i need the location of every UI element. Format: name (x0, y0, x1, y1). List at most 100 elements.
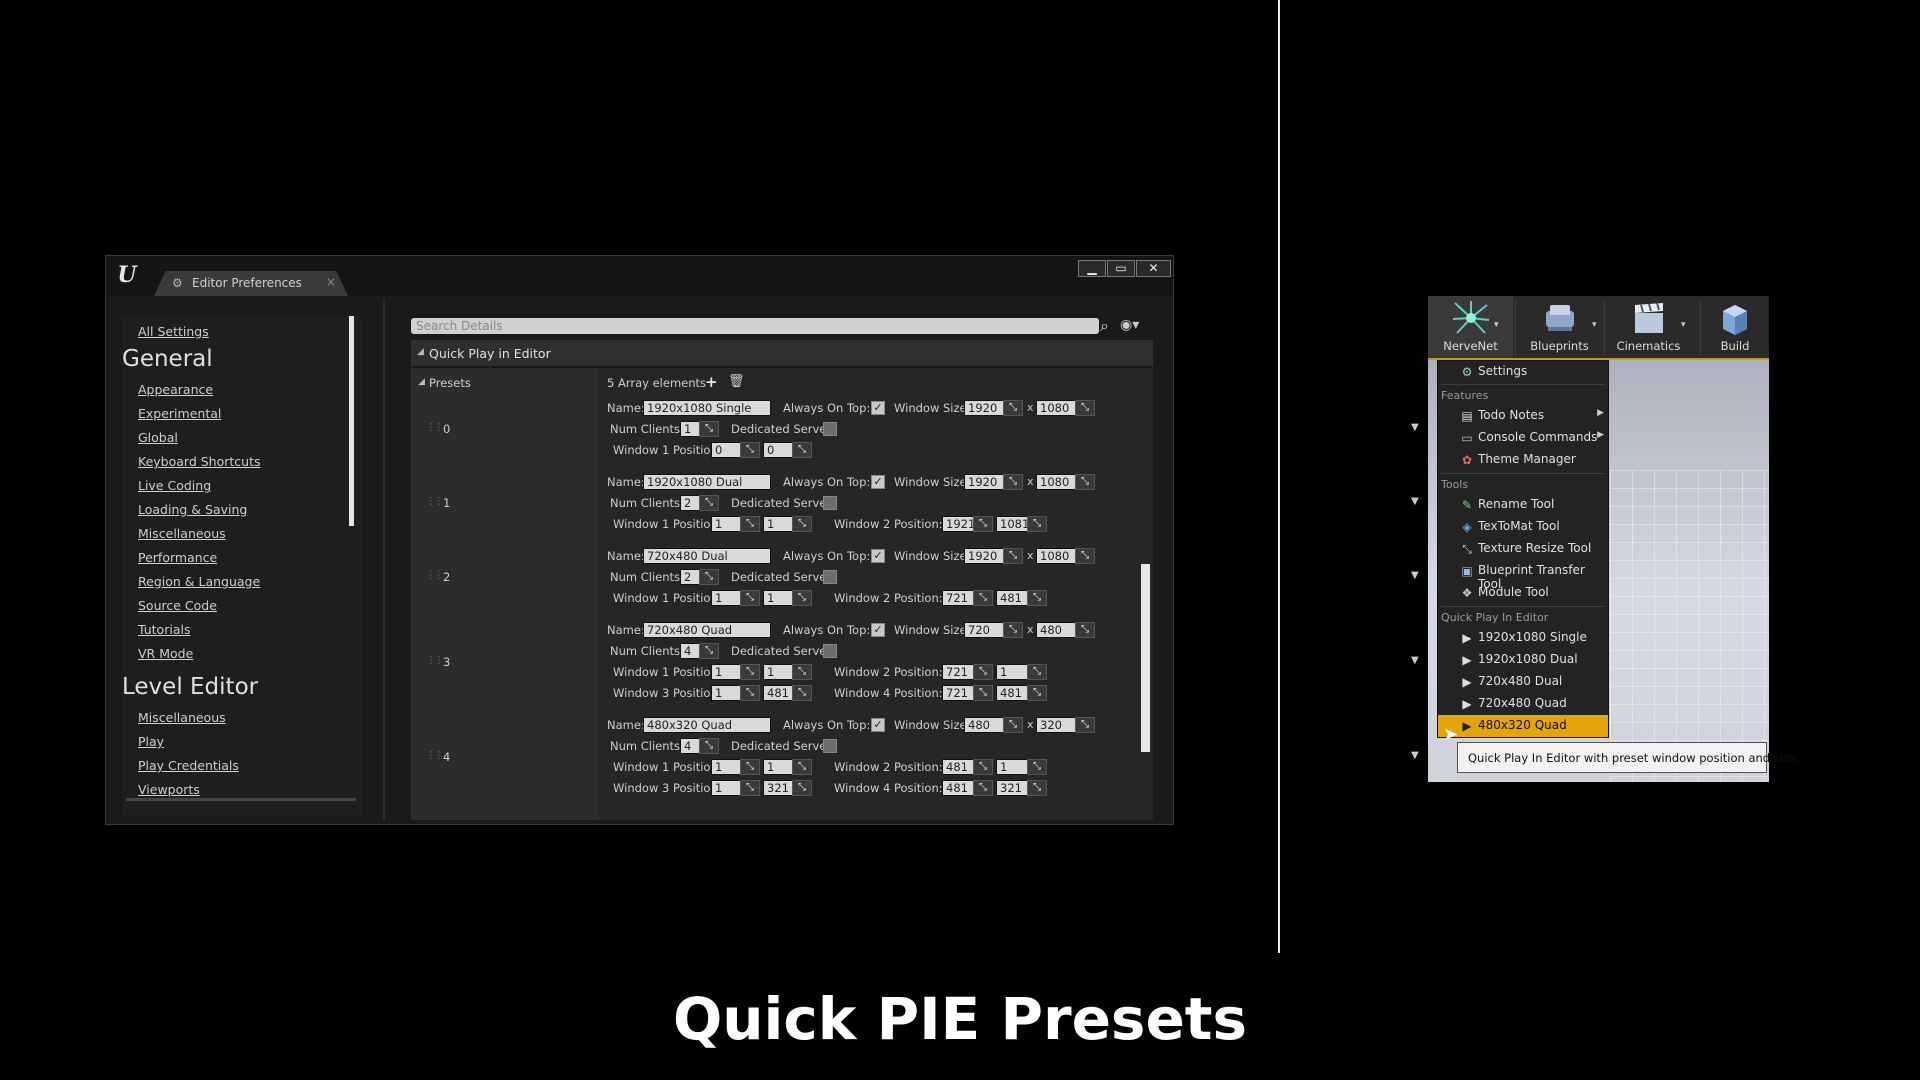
spin-icon[interactable]: ⤡ (792, 590, 812, 606)
spin-icon[interactable]: ⤡ (740, 685, 760, 701)
num-clients-input[interactable]: 2 (680, 495, 700, 511)
add-element-button[interactable]: + (705, 373, 718, 391)
spin-icon[interactable]: ⤡ (699, 643, 719, 659)
spin-icon[interactable]: ⤡ (740, 664, 760, 680)
always-on-top-checkbox[interactable]: ✓ (871, 718, 885, 732)
dedicated-server-checkbox[interactable] (823, 739, 837, 753)
always-on-top-checkbox[interactable]: ✓ (871, 549, 885, 563)
window-4-y-input[interactable]: 321 (996, 780, 1028, 796)
preset-name-input[interactable]: 1920x1080 Dual (643, 474, 771, 490)
spin-icon[interactable]: ⤡ (1075, 622, 1095, 638)
sidebar-horizontal-scrollbar[interactable] (126, 798, 356, 801)
build-button[interactable]: Build (1701, 296, 1769, 358)
window-width-input[interactable]: 1920 (964, 474, 1004, 490)
menu-item-module-tool[interactable]: ❖ Module Tool (1438, 582, 1608, 604)
menu-item-preset-1920x1080-single[interactable]: ▶ 1920x1080 Single (1438, 627, 1608, 649)
spin-icon[interactable]: ⤡ (740, 516, 760, 532)
chevron-down-icon[interactable]: ▼ (1411, 655, 1419, 666)
sidebar-item-play-credentials[interactable]: Play Credentials (138, 758, 239, 773)
window-width-input[interactable]: 720 (964, 622, 1004, 638)
window-height-input[interactable]: 1080 (1036, 400, 1076, 416)
sidebar-item-global[interactable]: Global (138, 430, 178, 445)
spin-icon[interactable]: ⤡ (1075, 548, 1095, 564)
window-height-input[interactable]: 1080 (1036, 474, 1076, 490)
preset-name-input[interactable]: 1920x1080 Single (643, 400, 771, 416)
sidebar-item-tutorials[interactable]: Tutorials (138, 622, 190, 637)
window-width-input[interactable]: 480 (964, 717, 1004, 733)
menu-item-settings[interactable]: ⚙ Settings (1438, 361, 1608, 383)
sidebar-item-live-coding[interactable]: Live Coding (138, 478, 211, 493)
sidebar-item-source-code[interactable]: Source Code (138, 598, 217, 613)
spin-icon[interactable]: ⤡ (1027, 780, 1047, 796)
window-3-y-input[interactable]: 481 (763, 685, 793, 701)
drag-handle-icon[interactable]: ⋮⋮ (426, 422, 444, 433)
spin-icon[interactable]: ⤡ (1003, 548, 1023, 564)
window-1-x-input[interactable]: 1 (711, 664, 741, 680)
spin-icon[interactable]: ⤡ (973, 759, 993, 775)
spin-icon[interactable]: ⤡ (973, 664, 993, 680)
window-1-x-input[interactable]: 1 (711, 516, 741, 532)
sidebar-item-region-language[interactable]: Region & Language (138, 574, 260, 589)
sidebar-item-loading-saving[interactable]: Loading & Saving (138, 502, 247, 517)
presets-collapse-arrow-icon[interactable]: ◢ (418, 377, 425, 387)
spin-icon[interactable]: ⤡ (1075, 400, 1095, 416)
always-on-top-checkbox[interactable]: ✓ (871, 401, 885, 415)
menu-item-textomat-tool[interactable]: ◈ TexToMat Tool (1438, 516, 1608, 538)
spin-icon[interactable]: ⤡ (1003, 622, 1023, 638)
menu-item-theme-manager[interactable]: ✿ Theme Manager (1438, 449, 1608, 471)
dedicated-server-checkbox[interactable] (823, 422, 837, 436)
spin-icon[interactable]: ⤡ (1003, 717, 1023, 733)
sidebar-item-le-miscellaneous[interactable]: Miscellaneous (138, 710, 226, 725)
menu-item-blueprint-transfer-tool[interactable]: ▣ Blueprint Transfer Tool (1438, 560, 1608, 591)
panel-splitter[interactable] (383, 298, 385, 820)
window-2-x-input[interactable]: 481 (942, 759, 974, 775)
spin-icon[interactable]: ⤡ (792, 780, 812, 796)
window-3-x-input[interactable]: 1 (711, 685, 741, 701)
spin-icon[interactable]: ⤡ (1003, 400, 1023, 416)
drag-handle-icon[interactable]: ⋮⋮ (426, 570, 444, 581)
window-2-x-input[interactable]: 721 (942, 664, 974, 680)
window-2-x-input[interactable]: 1921 (942, 516, 974, 532)
window-1-y-input[interactable]: 1 (763, 759, 793, 775)
chevron-down-icon[interactable]: ▼ (1411, 750, 1419, 761)
spin-icon[interactable]: ⤡ (1003, 474, 1023, 490)
tab-close-icon[interactable]: × (326, 275, 336, 289)
chevron-down-icon[interactable]: ▼ (1411, 422, 1419, 433)
spin-icon[interactable]: ⤡ (1027, 590, 1047, 606)
maximize-button[interactable]: ▭ (1107, 260, 1135, 277)
num-clients-input[interactable]: 4 (680, 738, 700, 754)
all-settings-link[interactable]: All Settings (138, 324, 209, 339)
sidebar-item-vr-mode[interactable]: VR Mode (138, 646, 193, 661)
window-2-x-input[interactable]: 721 (942, 590, 974, 606)
window-width-input[interactable]: 1920 (964, 400, 1004, 416)
tab-editor-preferences[interactable]: ⚙ Editor Preferences × (154, 271, 348, 296)
spin-icon[interactable]: ⤡ (1027, 685, 1047, 701)
spin-icon[interactable]: ⤡ (973, 780, 993, 796)
spin-icon[interactable]: ⤡ (699, 569, 719, 585)
num-clients-input[interactable]: 2 (680, 569, 700, 585)
window-4-x-input[interactable]: 481 (942, 780, 974, 796)
menu-item-preset-1920x1080-dual[interactable]: ▶ 1920x1080 Dual (1438, 649, 1608, 671)
num-clients-input[interactable]: 1 (680, 421, 700, 437)
window-height-input[interactable]: 320 (1036, 717, 1076, 733)
window-1-y-input[interactable]: 0 (763, 442, 793, 458)
category-quick-play-in-editor[interactable]: ◢ Quick Play in Editor (411, 340, 1153, 366)
window-4-y-input[interactable]: 481 (996, 685, 1028, 701)
window-height-input[interactable]: 480 (1036, 622, 1076, 638)
menu-item-preset-720x480-quad[interactable]: ▶ 720x480 Quad (1438, 693, 1608, 715)
spin-icon[interactable]: ⤡ (1075, 717, 1095, 733)
menu-item-preset-720x480-dual[interactable]: ▶ 720x480 Dual (1438, 671, 1608, 693)
sidebar-item-experimental[interactable]: Experimental (138, 406, 221, 421)
window-3-x-input[interactable]: 1 (711, 780, 741, 796)
window-1-x-input[interactable]: 0 (711, 442, 741, 458)
chevron-down-icon[interactable]: ▼ (1411, 570, 1419, 581)
dedicated-server-checkbox[interactable] (823, 570, 837, 584)
delete-all-button[interactable]: 🗑 (728, 374, 745, 389)
spin-icon[interactable]: ⤡ (792, 685, 812, 701)
spin-icon[interactable]: ⤡ (1027, 759, 1047, 775)
sidebar-item-keyboard-shortcuts[interactable]: Keyboard Shortcuts (138, 454, 261, 469)
chevron-down-icon[interactable]: ▾ (1681, 320, 1686, 330)
spin-icon[interactable]: ⤡ (699, 421, 719, 437)
spin-icon[interactable]: ⤡ (973, 685, 993, 701)
search-icon[interactable]: ⌕ (1100, 316, 1109, 336)
